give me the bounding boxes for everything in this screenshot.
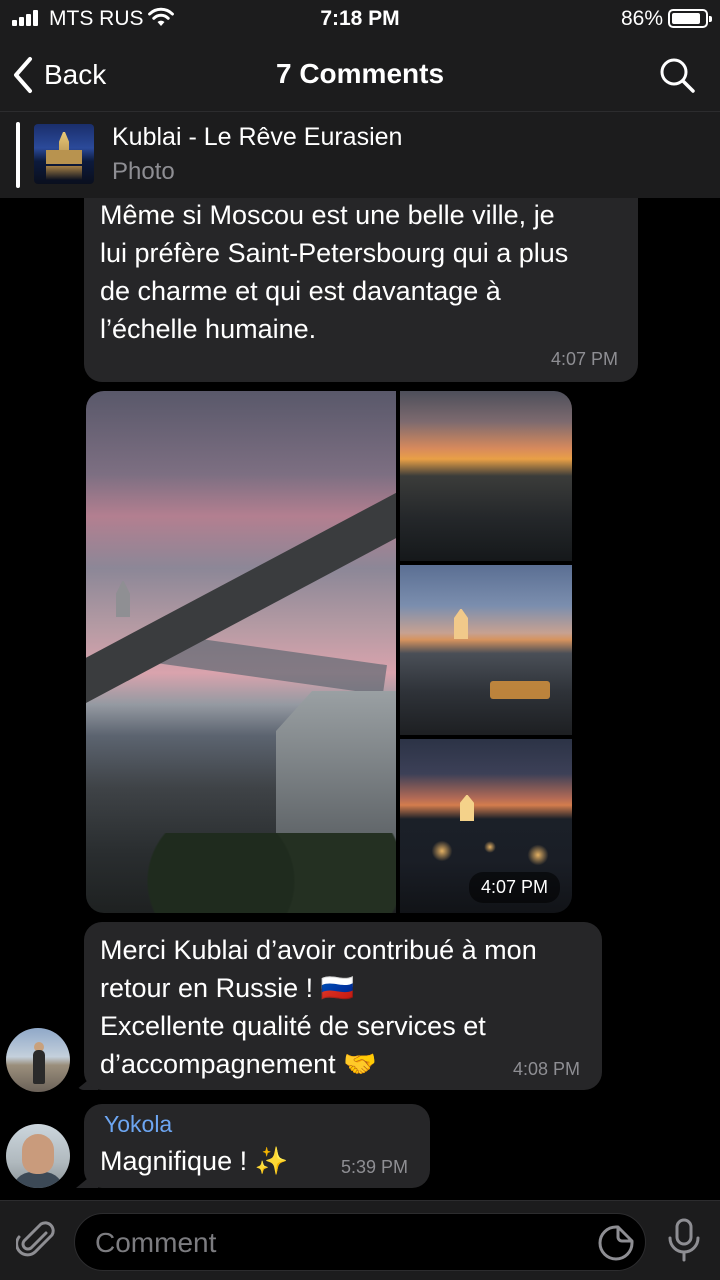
back-label: Back — [44, 59, 107, 90]
microphone-icon[interactable] — [664, 1217, 704, 1263]
battery-icon — [668, 9, 712, 28]
sticker-icon[interactable] — [597, 1224, 635, 1262]
sender-name[interactable]: Yokola — [104, 1111, 172, 1138]
message-time: 4:08 PM — [512, 1059, 580, 1079]
post-thumbnail — [34, 124, 94, 184]
page-title: 7 Comments — [275, 58, 445, 89]
message-text: Magnifique ! ✨ — [100, 1146, 289, 1176]
message-bubble[interactable]: Moscou. Même si Moscou est une belle vil… — [84, 198, 638, 382]
battery-fill — [672, 13, 700, 24]
message-time: 4:07 PM — [468, 872, 560, 903]
photo-moscow-sunset[interactable] — [86, 391, 396, 913]
message-time: 5:39 PM — [340, 1157, 408, 1177]
comment-bar — [0, 1200, 720, 1280]
status-bar: MTS RUS 7:18 PM 86% — [0, 0, 720, 40]
message-bubble[interactable]: Yokola Magnifique ! ✨ 5:39 PM — [84, 1104, 430, 1188]
battery-percentage: 86% — [620, 7, 663, 30]
comment-input[interactable] — [95, 1227, 575, 1259]
avatar[interactable] — [6, 1028, 70, 1092]
pinned-post-title: Kublai - Le Rêve Eurasien — [112, 123, 403, 151]
photo-skyline-dusk[interactable] — [400, 391, 572, 561]
photo-album[interactable]: 4:07 PM — [86, 391, 572, 913]
pinned-indicator — [16, 122, 20, 188]
pinned-post-subtitle: Photo — [112, 158, 175, 185]
message-text: Moscou. Même si Moscou est une belle vil… — [100, 200, 569, 344]
search-icon[interactable] — [658, 56, 696, 94]
message-bubble[interactable]: Merci Kublai d’avoir contribué à mon ret… — [84, 922, 602, 1090]
clock: 7:18 PM — [320, 7, 400, 30]
message-time: 4:07 PM — [550, 349, 618, 369]
paperclip-icon[interactable] — [16, 1219, 58, 1261]
avatar[interactable] — [6, 1124, 70, 1188]
photo-river-evening[interactable] — [400, 565, 572, 735]
pinned-post[interactable]: Kublai - Le Rêve Eurasien Photo — [0, 112, 720, 198]
comment-field[interactable] — [74, 1213, 646, 1271]
back-button[interactable]: Back — [12, 54, 106, 96]
comments-list[interactable]: Moscou. Même si Moscou est une belle vil… — [0, 198, 720, 1200]
chevron-left-icon — [14, 57, 32, 93]
navigation-bar: Back 7 Comments — [0, 40, 720, 112]
